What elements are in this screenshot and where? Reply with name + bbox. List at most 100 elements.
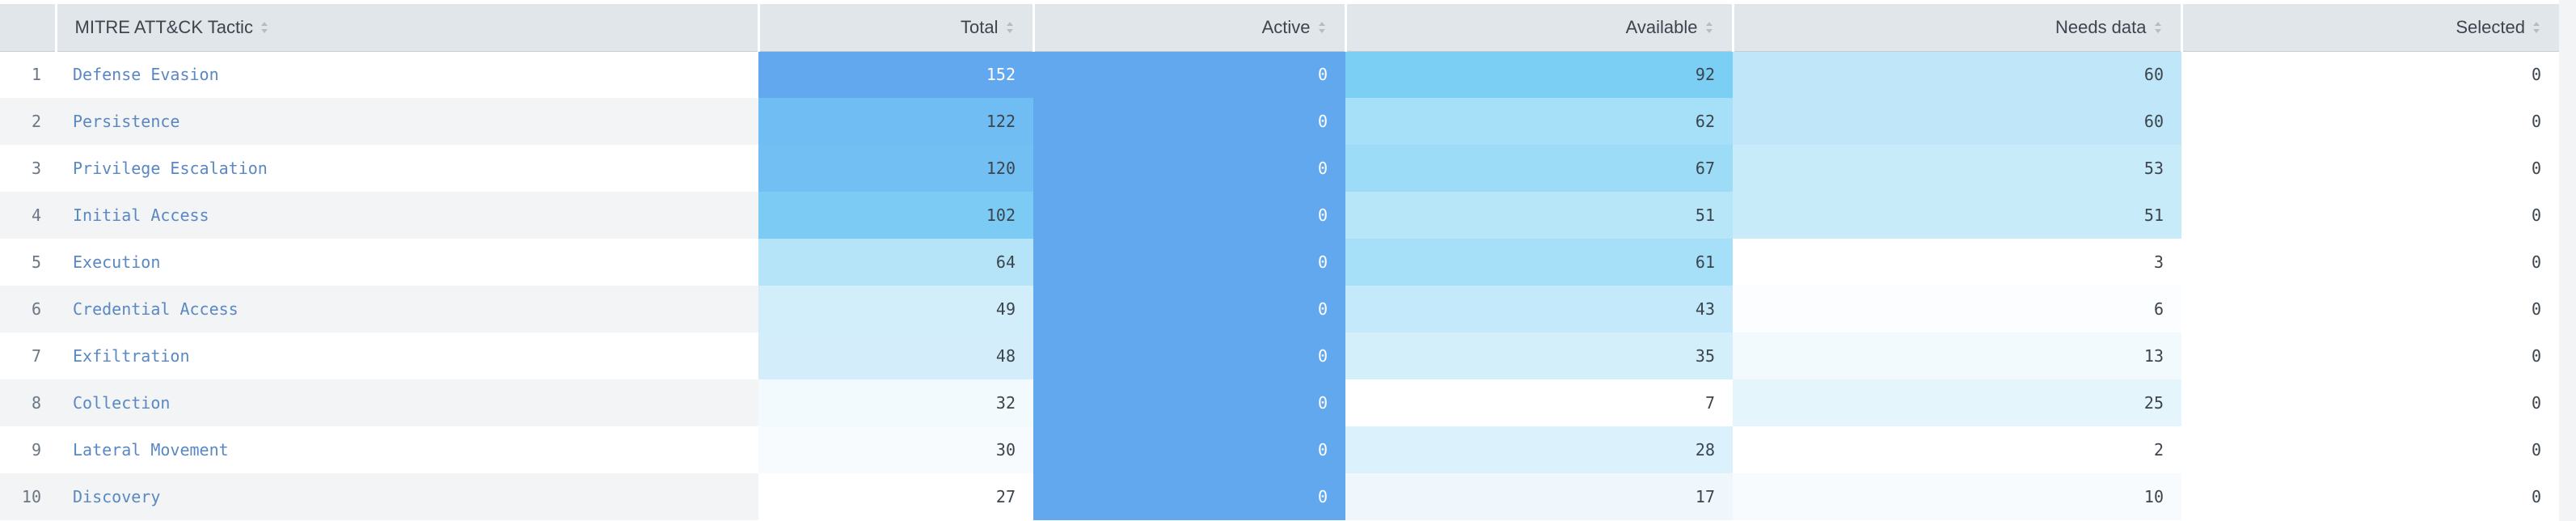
selected-cell[interactable]: 0	[2181, 286, 2559, 333]
available-cell[interactable]: 28	[1345, 426, 1733, 473]
active-cell[interactable]: 0	[1033, 286, 1345, 333]
sort-icon[interactable]	[1005, 20, 1015, 35]
header-row-number	[0, 4, 56, 52]
table-row[interactable]: 4 Initial Access 102 0 51 51 0	[0, 192, 2559, 239]
available-cell[interactable]: 92	[1345, 51, 1733, 98]
needs-data-cell[interactable]: 25	[1733, 379, 2181, 426]
needs-data-cell[interactable]: 3	[1733, 239, 2181, 286]
needs-data-cell[interactable]: 13	[1733, 333, 2181, 379]
active-cell[interactable]: 0	[1033, 239, 1345, 286]
active-cell[interactable]: 0	[1033, 426, 1345, 473]
active-cell[interactable]: 0	[1033, 333, 1345, 379]
total-cell[interactable]: 32	[758, 379, 1033, 426]
selected-cell[interactable]: 0	[2181, 473, 2559, 520]
table-body: 1 Defense Evasion 152 0 92 60 0 2 Persistence 122…	[0, 51, 2559, 520]
table-row[interactable]: 3 Privilege Escalation 120 0 67 53 0	[0, 145, 2559, 192]
available-cell[interactable]: 35	[1345, 333, 1733, 379]
header-needs-data[interactable]: Needs data	[1731, 4, 2181, 52]
available-cell[interactable]: 17	[1345, 473, 1733, 520]
header-label: MITRE ATT&CK Tactic	[74, 16, 253, 37]
tactic-cell[interactable]: Collection	[56, 379, 758, 426]
header-label: Active	[1261, 16, 1311, 37]
total-cell[interactable]: 152	[758, 51, 1033, 98]
needs-data-cell[interactable]: 53	[1733, 145, 2181, 192]
tactic-cell[interactable]: Privilege Escalation	[56, 145, 758, 192]
active-cell[interactable]: 0	[1033, 379, 1345, 426]
row-number-cell: 9	[0, 426, 56, 473]
needs-data-cell[interactable]: 60	[1733, 51, 2181, 98]
available-cell[interactable]: 61	[1345, 239, 1733, 286]
row-number-cell: 3	[0, 145, 56, 192]
row-number-cell: 6	[0, 286, 56, 333]
scroll-gutter	[2559, 0, 2576, 521]
header-active[interactable]: Active	[1032, 4, 1345, 52]
available-cell[interactable]: 62	[1345, 98, 1733, 145]
header-label: Total	[961, 16, 999, 37]
tactic-cell[interactable]: Persistence	[56, 98, 758, 145]
active-cell[interactable]: 0	[1033, 145, 1345, 192]
tactic-cell[interactable]: Initial Access	[56, 192, 758, 239]
selected-cell[interactable]: 0	[2181, 51, 2559, 98]
tactic-cell[interactable]: Exfiltration	[56, 333, 758, 379]
tactic-cell[interactable]: Defense Evasion	[56, 51, 758, 98]
needs-data-cell[interactable]: 6	[1733, 286, 2181, 333]
total-cell[interactable]: 64	[758, 239, 1033, 286]
header-label: Needs data	[2054, 16, 2147, 37]
table-row[interactable]: 6 Credential Access 49 0 43 6 0	[0, 286, 2559, 333]
needs-data-cell[interactable]: 2	[1733, 426, 2181, 473]
sort-icon[interactable]	[2532, 20, 2541, 35]
total-cell[interactable]: 27	[758, 473, 1033, 520]
tactic-cell[interactable]: Execution	[56, 239, 758, 286]
header-selected[interactable]: Selected	[2180, 4, 2559, 52]
available-cell[interactable]: 51	[1345, 192, 1733, 239]
header-label: Available	[1625, 16, 1698, 37]
active-cell[interactable]: 0	[1033, 192, 1345, 239]
row-number-cell: 1	[0, 51, 56, 98]
tactic-cell[interactable]: Lateral Movement	[56, 426, 758, 473]
selected-cell[interactable]: 0	[2181, 333, 2559, 379]
active-cell[interactable]: 0	[1033, 98, 1345, 145]
active-cell[interactable]: 0	[1033, 473, 1345, 520]
total-cell[interactable]: 30	[758, 426, 1033, 473]
results-table: MITRE ATT&CK Tactic Total Active Availab…	[0, 4, 2559, 520]
tactic-cell[interactable]: Credential Access	[56, 286, 758, 333]
tactic-cell[interactable]: Discovery	[56, 473, 758, 520]
table-row[interactable]: 7 Exfiltration 48 0 35 13 0	[0, 333, 2559, 379]
available-cell[interactable]: 7	[1345, 379, 1733, 426]
row-number-cell: 5	[0, 239, 56, 286]
sort-icon[interactable]	[1317, 20, 1327, 35]
header-available[interactable]: Available	[1344, 4, 1733, 52]
row-number-cell: 2	[0, 98, 56, 145]
table-header-row: MITRE ATT&CK Tactic Total Active Availab…	[0, 4, 2559, 52]
table-row[interactable]: 9 Lateral Movement 30 0 28 2 0	[0, 426, 2559, 473]
available-cell[interactable]: 67	[1345, 145, 1733, 192]
available-cell[interactable]: 43	[1345, 286, 1733, 333]
total-cell[interactable]: 102	[758, 192, 1033, 239]
sort-icon[interactable]	[1704, 20, 1714, 35]
total-cell[interactable]: 120	[758, 145, 1033, 192]
header-tactic[interactable]: MITRE ATT&CK Tactic	[54, 4, 758, 52]
total-cell[interactable]: 122	[758, 98, 1033, 145]
selected-cell[interactable]: 0	[2181, 145, 2559, 192]
selected-cell[interactable]: 0	[2181, 192, 2559, 239]
table-row[interactable]: 10 Discovery 27 0 17 10 0	[0, 473, 2559, 520]
total-cell[interactable]: 49	[758, 286, 1033, 333]
sort-icon[interactable]	[260, 20, 269, 35]
table-row[interactable]: 8 Collection 32 0 7 25 0	[0, 379, 2559, 426]
row-number-cell: 4	[0, 192, 56, 239]
selected-cell[interactable]: 0	[2181, 426, 2559, 473]
selected-cell[interactable]: 0	[2181, 98, 2559, 145]
needs-data-cell[interactable]: 60	[1733, 98, 2181, 145]
table-row[interactable]: 1 Defense Evasion 152 0 92 60 0	[0, 51, 2559, 98]
active-cell[interactable]: 0	[1033, 51, 1345, 98]
needs-data-cell[interactable]: 10	[1733, 473, 2181, 520]
selected-cell[interactable]: 0	[2181, 379, 2559, 426]
needs-data-cell[interactable]: 51	[1733, 192, 2181, 239]
total-cell[interactable]: 48	[758, 333, 1033, 379]
row-number-cell: 7	[0, 333, 56, 379]
selected-cell[interactable]: 0	[2181, 239, 2559, 286]
table-row[interactable]: 2 Persistence 122 0 62 60 0	[0, 98, 2559, 145]
header-total[interactable]: Total	[757, 4, 1033, 52]
sort-icon[interactable]	[2153, 20, 2163, 35]
table-row[interactable]: 5 Execution 64 0 61 3 0	[0, 239, 2559, 286]
